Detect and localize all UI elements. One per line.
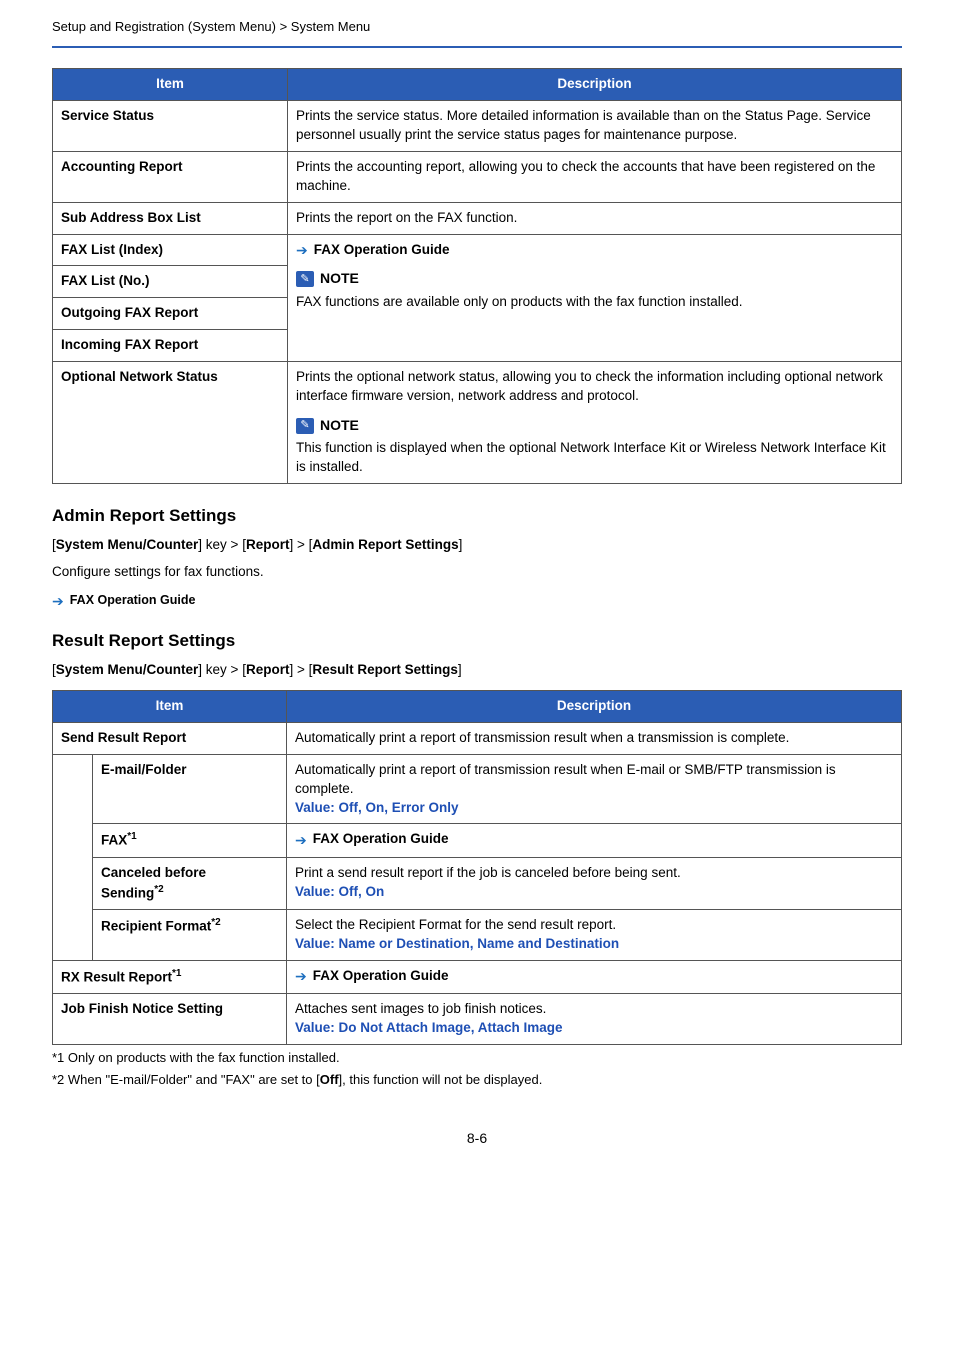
note-label: NOTE xyxy=(320,269,359,289)
row-rx-result: RX Result Report*1 xyxy=(53,960,287,993)
sup: *2 xyxy=(154,884,163,895)
value-label: Value xyxy=(295,936,330,951)
text: Attaches sent images to job finish notic… xyxy=(295,1000,893,1019)
fax-guide-link[interactable]: FAX Operation Guide xyxy=(313,830,449,849)
col-desc: Description xyxy=(286,691,901,723)
col-desc: Description xyxy=(288,69,902,101)
sup: *2 xyxy=(211,917,220,928)
row-recipient: Recipient Format*2 xyxy=(93,910,287,961)
row-job-finish: Job Finish Notice Setting xyxy=(53,994,287,1045)
desc-email-folder: Automatically print a report of transmis… xyxy=(286,754,901,824)
arrow-icon: ➔ xyxy=(52,594,64,608)
desc-fax: ➔ FAX Operation Guide xyxy=(286,824,901,857)
row-fax-no: FAX List (No.) xyxy=(53,266,288,298)
value-label: Value xyxy=(295,1020,330,1035)
arrow-icon: ➔ xyxy=(295,833,307,847)
desc-send-result: Automatically print a report of transmis… xyxy=(286,722,901,754)
desc-accounting-report: Prints the accounting report, allowing y… xyxy=(288,151,902,202)
path-seg: System Menu/Counter xyxy=(56,537,199,552)
value-text: : Do Not Attach Image, Attach Image xyxy=(330,1020,562,1035)
value-text: : Name or Destination, Name and Destinat… xyxy=(330,936,619,951)
col-item: Item xyxy=(53,69,288,101)
path-sep: ] > [ xyxy=(289,662,312,677)
breadcrumb: Setup and Registration (System Menu) > S… xyxy=(52,18,902,48)
value-label: Value xyxy=(295,884,330,899)
text: RX Result Report xyxy=(61,969,172,984)
desc-recipient: Select the Recipient Format for the send… xyxy=(286,910,901,961)
fn-text: ], this function will not be displayed. xyxy=(339,1072,543,1087)
footnote-2: *2 When "E-mail/Folder" and "FAX" are se… xyxy=(52,1071,902,1089)
text: Select the Recipient Format for the send… xyxy=(295,916,893,935)
text: FAX xyxy=(101,833,127,848)
desc-service-status: Prints the service status. More detailed… xyxy=(288,101,902,152)
row-outgoing: Outgoing FAX Report xyxy=(53,298,288,330)
optnet-text1: Prints the optional network status, allo… xyxy=(296,368,893,406)
arrow-icon: ➔ xyxy=(295,969,307,983)
arrow-icon: ➔ xyxy=(296,243,308,257)
value-text: : Off, On xyxy=(330,884,384,899)
path-seg: Result Report Settings xyxy=(312,662,458,677)
path-result-report: [System Menu/Counter] key > [Report] > [… xyxy=(52,661,902,680)
path-seg: Admin Report Settings xyxy=(312,537,458,552)
path-admin-report: [System Menu/Counter] key > [Report] > [… xyxy=(52,536,902,555)
path-seg: Report xyxy=(246,662,290,677)
row-optional-network: Optional Network Status xyxy=(53,362,288,484)
sup: *1 xyxy=(172,968,181,979)
fax-guide-link[interactable]: FAX Operation Guide xyxy=(314,241,450,260)
text: Automatically print a report of transmis… xyxy=(295,761,893,799)
row-service-status: Service Status xyxy=(53,101,288,152)
path-sep: ] key > [ xyxy=(198,662,246,677)
col-item: Item xyxy=(53,691,287,723)
fax-guide-link[interactable]: FAX Operation Guide xyxy=(70,592,196,610)
path-sep: ] key > [ xyxy=(198,537,246,552)
indent-block xyxy=(53,754,93,960)
row-fax-index: FAX List (Index) xyxy=(53,234,288,266)
desc-optional-network: Prints the optional network status, allo… xyxy=(288,362,902,484)
value-text: : Off, On, Error Only xyxy=(330,800,458,815)
row-canceled: Canceled before Sending*2 xyxy=(93,857,287,909)
fn-text: Only on products with the fax function i… xyxy=(68,1050,340,1065)
fn-prefix: *1 xyxy=(52,1050,68,1065)
note-fax-body: FAX functions are available only on prod… xyxy=(296,293,893,312)
heading-admin-report: Admin Report Settings xyxy=(52,504,902,528)
note-icon: ✎ xyxy=(296,418,314,434)
fn-bold: Off xyxy=(320,1072,339,1087)
note-icon: ✎ xyxy=(296,271,314,287)
page-number: 8-6 xyxy=(52,1129,902,1149)
row-accounting-report: Accounting Report xyxy=(53,151,288,202)
fax-guide-link[interactable]: FAX Operation Guide xyxy=(313,967,449,986)
result-table: Item Description Send Result Report Auto… xyxy=(52,690,902,1045)
value-label: Value xyxy=(295,800,330,815)
note-label: NOTE xyxy=(320,416,359,436)
text: Canceled before xyxy=(101,864,278,883)
admin-body: Configure settings for fax functions. xyxy=(52,563,902,582)
fn-text: When "E-mail/Folder" and "FAX" are set t… xyxy=(68,1072,320,1087)
row-sub-address: Sub Address Box List xyxy=(53,202,288,234)
row-email-folder: E-mail/Folder xyxy=(93,754,287,824)
text: Print a send result report if the job is… xyxy=(295,864,893,883)
path-seg: Report xyxy=(246,537,290,552)
text: Recipient Format xyxy=(101,919,211,934)
desc-fax-block: ➔ FAX Operation Guide ✎ NOTE FAX functio… xyxy=(288,234,902,362)
desc-rx-result: ➔ FAX Operation Guide xyxy=(286,960,901,993)
report-table-1: Item Description Service Status Prints t… xyxy=(52,68,902,484)
text: Sending xyxy=(101,885,154,900)
row-fax: FAX*1 xyxy=(93,824,287,857)
heading-result-report: Result Report Settings xyxy=(52,629,902,653)
row-send-result: Send Result Report xyxy=(53,722,287,754)
row-incoming: Incoming FAX Report xyxy=(53,330,288,362)
desc-job-finish: Attaches sent images to job finish notic… xyxy=(286,994,901,1045)
desc-canceled: Print a send result report if the job is… xyxy=(286,857,901,909)
desc-sub-address: Prints the report on the FAX function. xyxy=(288,202,902,234)
sup: *1 xyxy=(127,831,136,842)
fn-prefix: *2 xyxy=(52,1072,68,1087)
optnet-text2: This function is displayed when the opti… xyxy=(296,439,893,477)
footnote-1: *1 Only on products with the fax functio… xyxy=(52,1049,902,1067)
path-seg: System Menu/Counter xyxy=(56,662,199,677)
path-sep: ] > [ xyxy=(289,537,312,552)
